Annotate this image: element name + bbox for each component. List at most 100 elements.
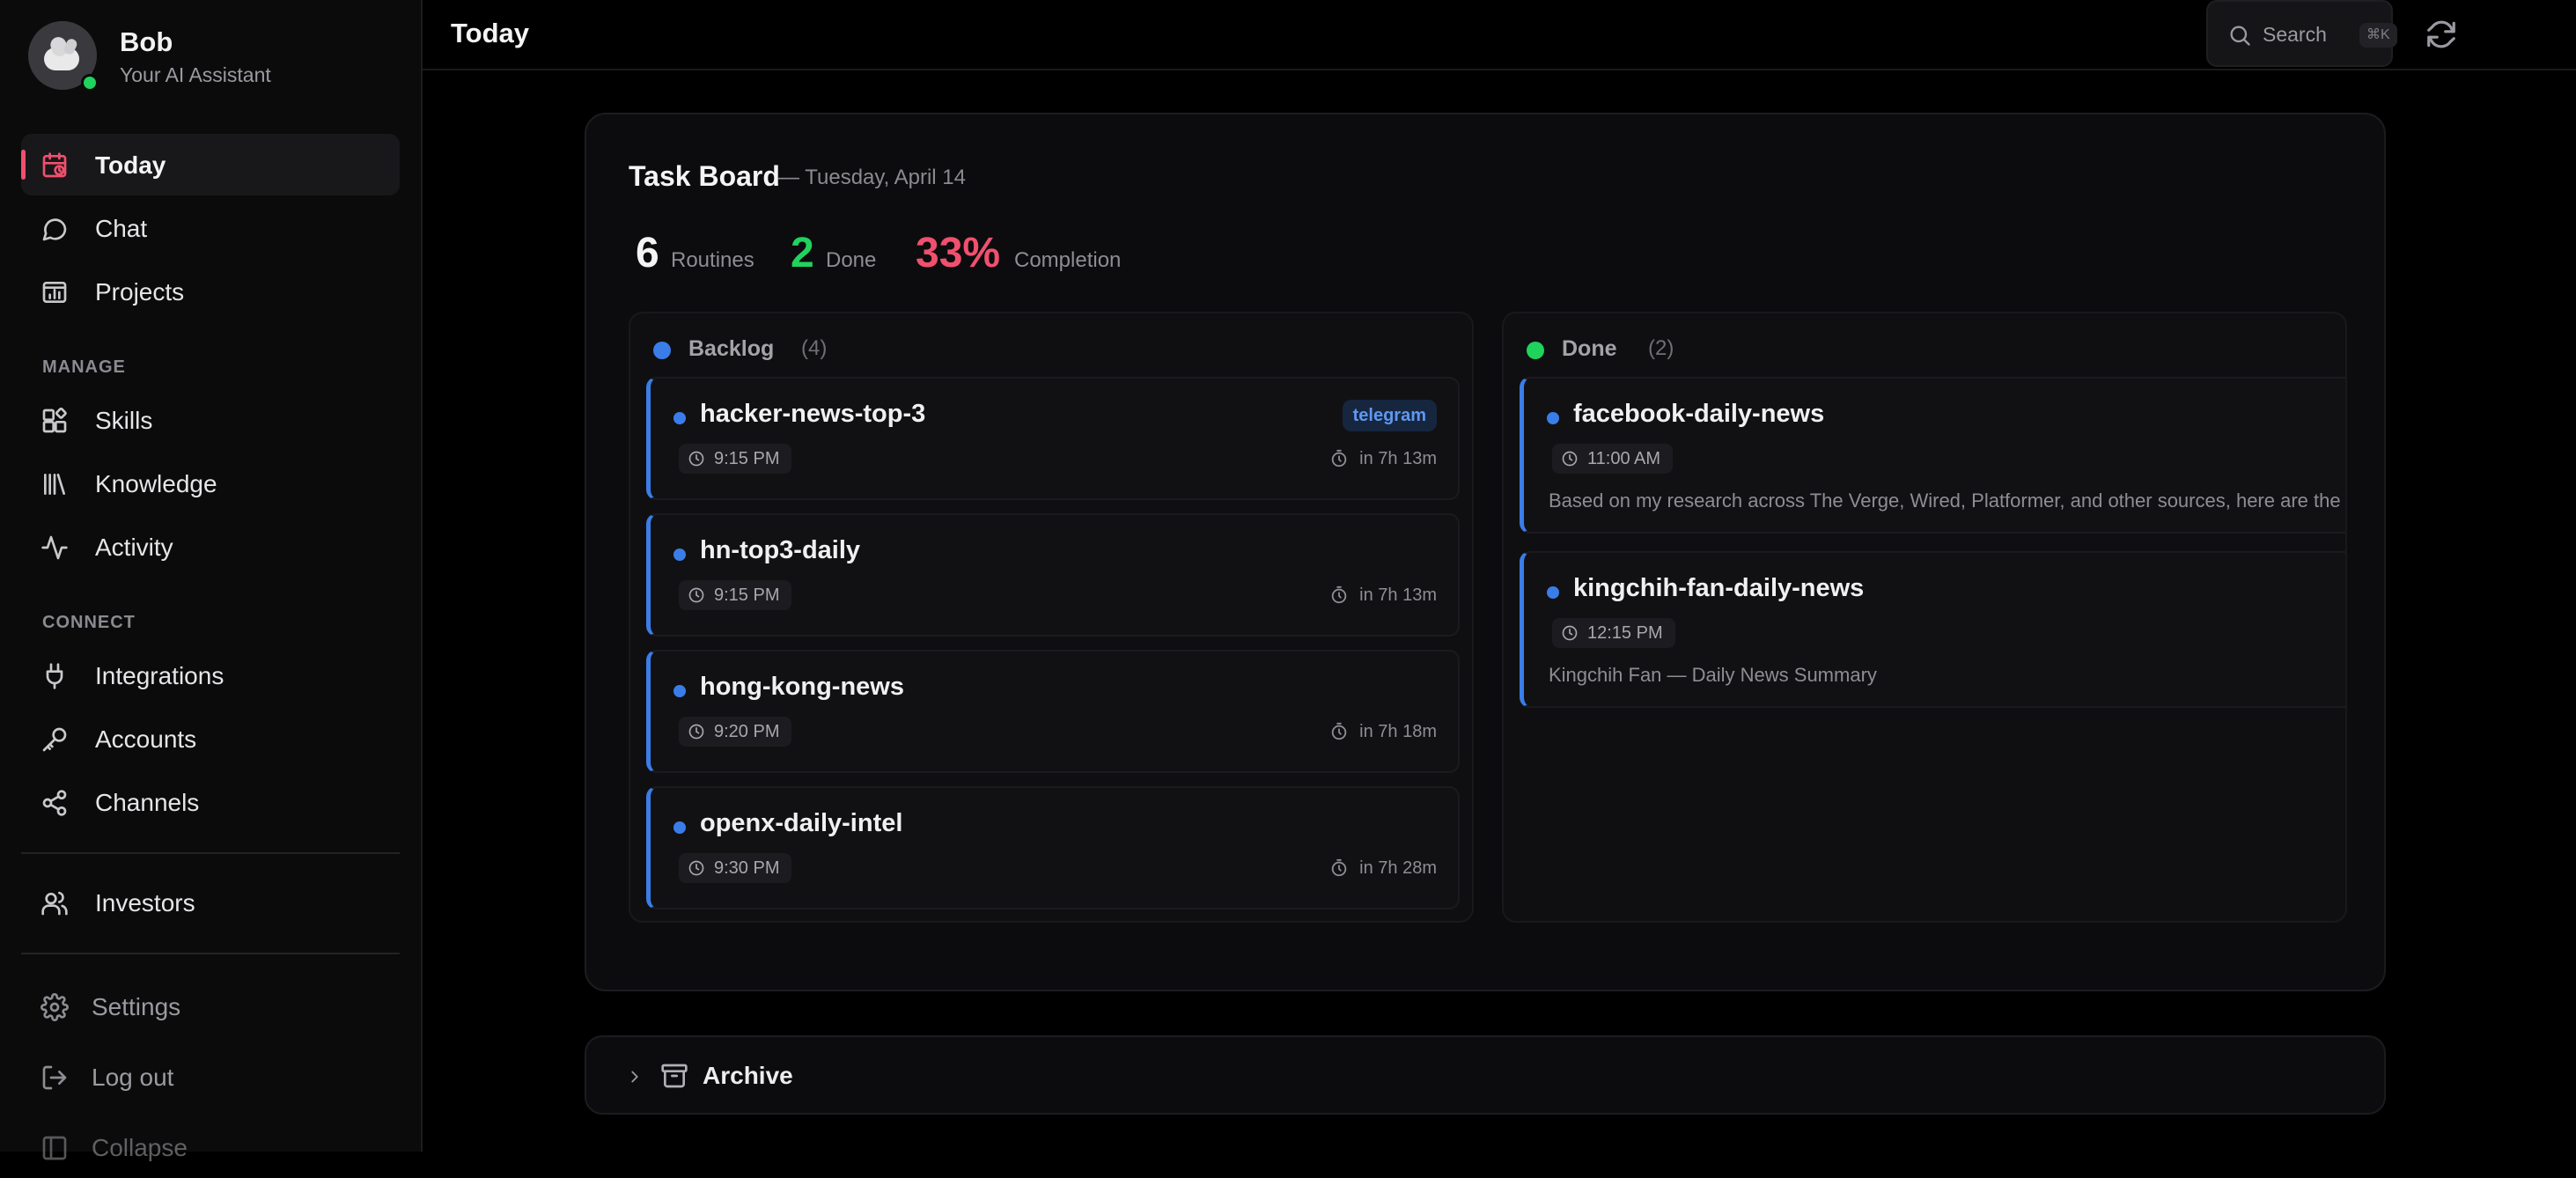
share-icon <box>40 789 69 817</box>
task-card[interactable]: openx-daily-intel 9:30 PM in 7h 28m <box>646 786 1460 909</box>
sidebar-item-integrations[interactable]: Integrations <box>21 644 400 706</box>
sidebar-item-collapse[interactable]: Collapse <box>21 1116 400 1178</box>
task-time: 11:00 AM <box>1552 444 1674 474</box>
task-time-value: 9:30 PM <box>714 858 780 878</box>
task-card[interactable]: hacker-news-top-3 telegram 9:15 PM in 7h… <box>646 377 1460 500</box>
stat-routines-value: 6 <box>636 230 659 276</box>
task-card[interactable]: kingchih-fan-daily-news 12:15 PM Kingchi… <box>1520 551 2345 708</box>
sidebar: Bob Your AI Assistant Today Chat Project… <box>0 0 423 1161</box>
clock-icon <box>1561 624 1579 642</box>
status-dot <box>673 549 686 561</box>
status-dot <box>653 342 671 359</box>
plug-icon <box>40 662 69 690</box>
profile-subtitle: Your AI Assistant <box>120 63 271 86</box>
chevron-right-icon <box>625 1065 644 1088</box>
section-label-manage: MANAGE <box>42 357 126 377</box>
task-card[interactable]: hong-kong-news 9:20 PM in 7h 18m <box>646 650 1460 773</box>
channel-tag: telegram <box>1342 400 1437 431</box>
column-name: Backlog <box>688 336 775 361</box>
task-title: kingchih-fan-daily-news <box>1573 574 1865 602</box>
archive-section[interactable]: Archive <box>585 1035 2386 1115</box>
search-button[interactable]: Search ⌘K <box>2206 0 2397 67</box>
task-eta: in 7h 18m <box>1329 722 1437 742</box>
sidebar-item-accounts[interactable]: Accounts <box>21 708 400 769</box>
logout-icon <box>40 1064 69 1092</box>
topbar: Today Search ⌘K <box>423 0 2576 70</box>
activity-icon <box>40 534 69 562</box>
task-eta: in 7h 13m <box>1329 449 1437 469</box>
column-backlog: Backlog (4) hacker-news-top-3 telegram 9… <box>629 312 1474 923</box>
sidebar-item-label: Log out <box>92 1064 174 1091</box>
archive-label: Archive <box>703 1062 793 1089</box>
sidebar-item-skills[interactable]: Skills <box>21 389 400 451</box>
sidebar-item-label: Activity <box>95 534 173 561</box>
sidebar-item-knowledge[interactable]: Knowledge <box>21 453 400 514</box>
task-description: Based on my research across The Verge, W… <box>1549 490 2347 512</box>
search-icon <box>2227 23 2252 48</box>
sidebar-item-label: Chat <box>95 215 148 242</box>
column-name: Done <box>1562 336 1617 361</box>
column-count: (4) <box>801 336 828 360</box>
status-dot <box>673 821 686 834</box>
sidebar-item-chat[interactable]: Chat <box>21 197 400 259</box>
projects-icon <box>40 278 69 306</box>
sidebar-item-settings[interactable]: Settings <box>21 976 400 1037</box>
sidebar-item-label: Channels <box>95 789 200 816</box>
sidebar-item-label: Today <box>95 151 166 179</box>
stat-routines-label: Routines <box>671 248 754 272</box>
sidebar-item-projects[interactable]: Projects <box>21 261 400 322</box>
stat-done-label: Done <box>826 248 877 272</box>
task-eta: in 7h 13m <box>1329 585 1437 606</box>
sidebar-item-today[interactable]: Today <box>21 134 400 195</box>
sidebar-divider <box>21 953 400 954</box>
task-time: 9:30 PM <box>679 853 792 883</box>
collapse-icon <box>40 1134 69 1162</box>
task-eta-value: in 7h 13m <box>1359 449 1437 468</box>
task-eta-value: in 7h 28m <box>1359 858 1437 878</box>
task-board: Task Board — Tuesday, April 14 6 Routine… <box>585 113 2386 991</box>
library-icon <box>40 470 69 498</box>
sidebar-item-label: Investors <box>95 889 195 917</box>
stat-completion-label: Completion <box>1014 248 1122 272</box>
sidebar-item-activity[interactable]: Activity <box>21 516 400 578</box>
task-description: Kingchih Fan — Daily News Summary <box>1549 664 1877 686</box>
task-time: 9:20 PM <box>679 717 792 747</box>
timer-icon <box>1329 585 1349 605</box>
task-card[interactable]: facebook-daily-news 11:00 AM Based on my… <box>1520 377 2347 534</box>
task-title: facebook-daily-news <box>1573 400 1825 428</box>
task-time-value: 9:15 PM <box>714 449 780 468</box>
sidebar-item-label: Settings <box>92 993 181 1020</box>
refresh-icon[interactable] <box>2425 18 2458 51</box>
task-eta-value: in 7h 18m <box>1359 722 1437 741</box>
clock-icon <box>688 586 705 604</box>
sidebar-item-investors[interactable]: Investors <box>21 872 400 933</box>
column-done: Done (2) facebook-daily-news 11:00 AM Ba… <box>1502 312 2347 923</box>
column-count: (2) <box>1648 336 1674 360</box>
gear-icon <box>40 993 69 1021</box>
profile-header[interactable]: Bob Your AI Assistant <box>28 21 398 92</box>
task-card[interactable]: hn-top3-daily 9:15 PM in 7h 13m <box>646 513 1460 637</box>
sidebar-item-label: Projects <box>95 278 185 306</box>
sidebar-item-logout[interactable]: Log out <box>21 1046 400 1108</box>
board-title: Task Board <box>629 160 780 192</box>
archive-icon <box>660 1062 688 1090</box>
task-title: openx-daily-intel <box>700 809 903 837</box>
sidebar-divider <box>21 852 400 854</box>
online-status-dot <box>81 74 99 92</box>
search-label: Search <box>2263 23 2327 46</box>
sidebar-item-label: Collapse <box>92 1134 188 1161</box>
clock-icon <box>688 450 705 468</box>
users-icon <box>40 889 69 917</box>
section-label-connect: CONNECT <box>42 613 136 632</box>
search-shortcut-badge: ⌘K <box>2359 23 2397 48</box>
task-time-value: 9:15 PM <box>714 585 780 605</box>
task-eta-value: in 7h 13m <box>1359 585 1437 605</box>
page-title: Today <box>451 18 529 48</box>
task-title: hong-kong-news <box>700 673 904 701</box>
status-dot <box>673 685 686 697</box>
sidebar-item-label: Accounts <box>95 725 197 753</box>
task-title: hn-top3-daily <box>700 536 861 564</box>
task-time-value: 9:20 PM <box>714 722 780 741</box>
sidebar-item-channels[interactable]: Channels <box>21 771 400 833</box>
clock-icon <box>688 859 705 877</box>
